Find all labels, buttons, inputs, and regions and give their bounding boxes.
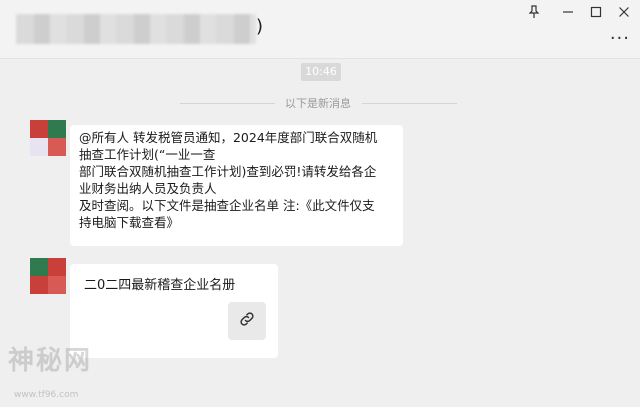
message-bubble[interactable]: @所有人 转发税管员通知，2024年度部门联合双随机 抽查工作计划(“一业一查 …: [70, 125, 403, 246]
divider-line-left: [180, 103, 275, 104]
title-bar: ) ···: [0, 0, 640, 59]
pin-icon[interactable]: [522, 4, 546, 20]
message-text-line: 抽查工作计划(“一业一查: [79, 147, 216, 162]
message-time: 10:46: [301, 63, 341, 81]
message-text-line: @所有人 转发税管员通知，2024年度部门联合双随机: [79, 130, 378, 145]
avatar[interactable]: [30, 120, 66, 156]
more-options-button[interactable]: ···: [610, 28, 630, 49]
message-text-line: 持电脑下载查看》: [79, 215, 180, 230]
new-messages-divider: 以下是新消息: [285, 97, 351, 110]
avatar[interactable]: [30, 258, 66, 294]
minimize-button[interactable]: [556, 4, 580, 20]
close-button[interactable]: [612, 4, 636, 20]
file-card[interactable]: 二0二四最新稽查企业名册: [70, 264, 278, 358]
maximize-button[interactable]: [584, 4, 608, 20]
chat-title-suffix: ): [256, 16, 264, 37]
link-icon: [238, 310, 256, 332]
divider-line-right: [362, 103, 457, 104]
message-text-line: 及时查阅。以下文件是抽查企业名单 注:《此文件仅支: [79, 198, 375, 213]
message-text-line: 部门联合双随机抽查工作计划)查到必罚!请转发给各企: [79, 164, 377, 179]
watermark-url: www.tf96.com: [14, 390, 79, 400]
link-tile[interactable]: [228, 302, 266, 340]
message-text-line: 业财务出纳人员及负责人: [79, 181, 217, 196]
file-title: 二0二四最新稽查企业名册: [84, 278, 236, 293]
blurred-chat-title: [16, 14, 256, 44]
watermark: 神秘网: [8, 346, 93, 376]
